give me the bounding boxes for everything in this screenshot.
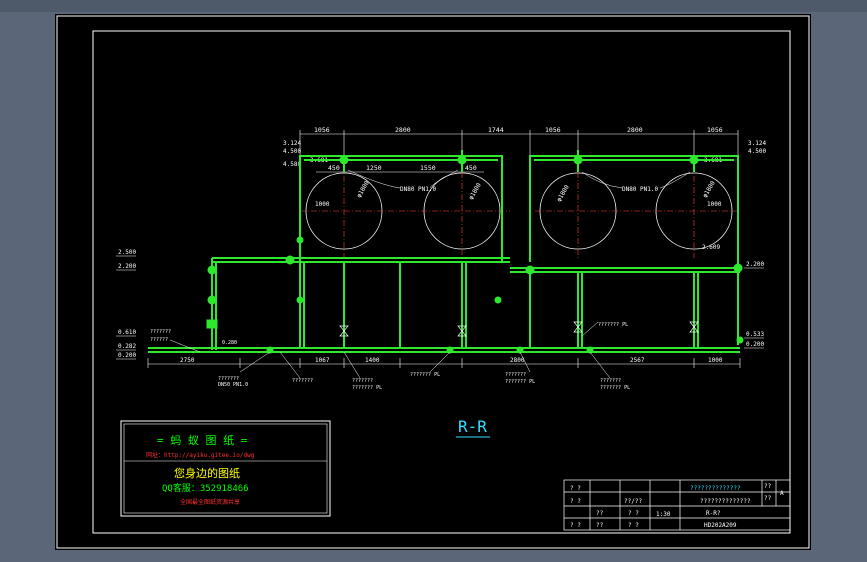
section-label: R-R — [458, 417, 487, 436]
tank-dim-right: 1000 — [707, 201, 722, 208]
callout-10: ??????? PL — [505, 379, 535, 385]
top-dim-4: 1056 — [545, 126, 561, 134]
elev-top-left-2: 4.500 — [283, 148, 301, 155]
tb-cell-2: ? ? — [570, 498, 581, 505]
bottom-dim-3: 1400 — [365, 357, 380, 364]
elev-right-3: 0.200 — [746, 341, 764, 348]
ad-title: = 蚂 蚁 图 纸 = — [157, 434, 248, 447]
tb-cell-1: ? ? — [570, 485, 581, 492]
tb-cell-6: ? ? — [628, 522, 639, 529]
tb-scale: 1:30 — [656, 511, 671, 518]
callout-4: ??????? — [218, 376, 239, 382]
elev-top-right-1: 3.124 — [748, 140, 766, 147]
callout-3: DN50 PN1.0 — [218, 382, 248, 388]
top-dim-6: 1056 — [707, 126, 723, 134]
nozzle-label-right: DN80 PN1.0 — [622, 186, 659, 193]
tb-cell-8: ?? — [596, 522, 604, 529]
callout-1: ??????? — [150, 329, 171, 335]
tb-drawing-no: HD202A209 — [704, 522, 737, 529]
sub-dim-1: 450 — [328, 164, 340, 172]
sub-dim-4: 450 — [465, 164, 477, 172]
elev-top-left-1: 3.124 — [283, 140, 301, 147]
tb-project: ?????????????? — [690, 485, 741, 492]
ad-footer: 全国最全图纸资源共享 — [180, 498, 240, 506]
nozzle-label-left: DN80 PN1.0 — [400, 186, 437, 193]
elev-left-4: 0.282 — [118, 343, 136, 350]
top-dim-1: 1056 — [314, 126, 330, 134]
bottom-dim-2: 1067 — [315, 357, 330, 364]
bottom-dim-5: 2567 — [630, 357, 645, 364]
tb-cell-3: ? ? — [570, 522, 581, 529]
callout-8: ??????? PL — [410, 372, 440, 378]
tb-sheet-a: ?? — [764, 483, 772, 490]
callout-12: ??????? PL — [600, 385, 630, 391]
tb-cell-5: ? ? — [628, 510, 639, 517]
sub-dim-2: 1250 — [366, 164, 382, 172]
elev-right-1: 2.200 — [746, 261, 764, 268]
tb-cell-7: ?? — [596, 510, 604, 517]
ad-qq: QQ客服：352918466 — [162, 482, 249, 494]
tb-drawing-name: ?????????????? — [700, 498, 751, 505]
tb-cell-4: ??/?? — [624, 498, 642, 505]
bottom-dim-4: 2800 — [510, 357, 525, 364]
tb-rev: A — [780, 490, 784, 497]
callout-5: ??????? — [292, 378, 313, 384]
viewport-gray-band — [0, 0, 867, 12]
elev-top-left-3: 4.580 — [283, 161, 301, 168]
top-dim-2: 2800 — [395, 126, 411, 134]
elev-left-2: 2.200 — [118, 263, 136, 270]
callout-9: ??????? — [505, 372, 526, 378]
elev-left-1: 2.500 — [118, 249, 136, 256]
callout-11: ??????? — [600, 378, 621, 384]
callout-14: 0.280 — [222, 340, 237, 346]
elev-right-2: 0.533 — [746, 331, 764, 338]
bottom-dim-1: 2750 — [180, 357, 195, 364]
top-dim-3: 1744 — [488, 126, 504, 134]
ad-slogan: 您身边的图纸 — [174, 466, 240, 480]
callout-13: ??????? PL — [598, 322, 628, 328]
tank-dim-left: 1000 — [315, 201, 330, 208]
ad-url: 网址：http://ayiku.gitee.io/dwg — [146, 451, 255, 459]
tb-sheet-b: ?? — [764, 495, 772, 502]
top-dim-5: 2800 — [627, 126, 643, 134]
bottom-dim-6: 1000 — [708, 357, 723, 364]
callout-7: ??????? PL — [352, 385, 382, 391]
callout-6: ??????? — [352, 378, 373, 384]
callout-2: ?????? — [150, 337, 168, 343]
elev-left-5: 0.200 — [118, 352, 136, 359]
elev-left-3: 0.610 — [118, 329, 136, 336]
sub-dim-3: 1550 — [420, 164, 436, 172]
elev-top-right-2: 4.500 — [748, 148, 766, 155]
tb-code: R-R? — [706, 510, 721, 517]
cad-drawing-canvas[interactable]: 1056 2800 1744 1056 2800 1056 450 1250 1… — [0, 0, 867, 562]
